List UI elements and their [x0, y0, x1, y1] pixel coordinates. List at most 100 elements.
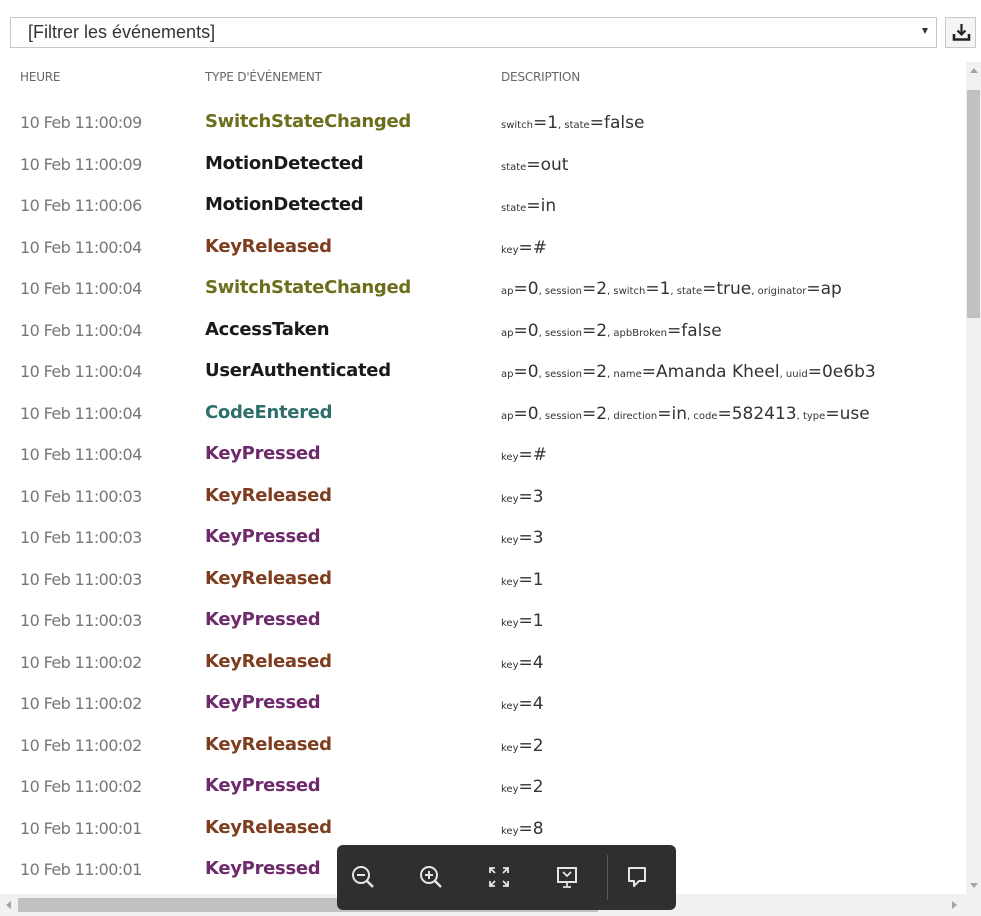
event-type: KeyReleased	[205, 816, 332, 838]
event-type: CodeEntered	[205, 401, 333, 423]
description-equals: =	[807, 362, 822, 382]
description-key: key	[501, 825, 519, 837]
description-value: in	[540, 196, 557, 216]
table-row[interactable]: 10 Feb 11:00:03 KeyReleased key=3	[0, 477, 965, 519]
event-type: KeyPressed	[205, 526, 321, 547]
table-row[interactable]: 10 Feb 11:00:02 KeyReleased key=4	[0, 643, 965, 685]
description-key: session	[544, 286, 582, 297]
description-value: 1	[659, 279, 671, 299]
event-type: KeyPressed	[205, 609, 321, 630]
description-key: direction	[613, 410, 658, 422]
description-equals: =	[526, 154, 541, 175]
event-type: MotionDetected	[205, 194, 364, 215]
zoom-out-button[interactable]	[345, 859, 381, 895]
description-key: key	[501, 742, 519, 754]
description-equals: =	[518, 735, 533, 756]
scroll-up-arrow-icon[interactable]	[970, 68, 978, 73]
table-row[interactable]: 10 Feb 11:00:06 MotionDetected state=in	[0, 186, 965, 228]
table-row[interactable]: 10 Feb 11:00:03 KeyPressed key=3	[0, 518, 965, 560]
event-description: key=1	[501, 611, 965, 631]
description-value: 2	[532, 777, 544, 797]
description-value: 3	[532, 528, 544, 548]
table-row[interactable]: 10 Feb 11:00:04 UserAuthenticated ap=0, se…	[0, 352, 965, 394]
description-equals: =	[717, 403, 732, 424]
comment-icon	[628, 867, 646, 887]
description-key: state	[501, 203, 527, 214]
table-row[interactable]: 10 Feb 11:00:04 CodeEntered ap=0, session=…	[0, 394, 965, 436]
event-filter-select[interactable]: [Filtrer les événements]	[10, 17, 937, 48]
description-key: ap	[501, 327, 514, 339]
table-row[interactable]: 10 Feb 11:00:04 AccessTaken ap=0, session=…	[0, 311, 965, 353]
event-description: ap=0, session=2, switch=1, state=true, o…	[501, 279, 965, 299]
event-type: AccessTaken	[205, 318, 330, 340]
table-row[interactable]: 10 Feb 11:00:02 KeyPressed key=4	[0, 684, 965, 726]
dropdown-arrow-icon[interactable]	[922, 28, 928, 34]
event-time: 10 Feb 11:00:03	[20, 486, 142, 506]
description-value: false	[603, 113, 645, 133]
description-key: session	[544, 327, 582, 339]
table-row[interactable]: 10 Feb 11:00:03 KeyPressed key=1	[0, 601, 965, 643]
table-row[interactable]: 10 Feb 11:00:02 KeyPressed key=2	[0, 767, 965, 809]
table-row[interactable]: 10 Feb 11:00:04 KeyPressed key=#	[0, 435, 965, 477]
vertical-scrollbar[interactable]	[966, 62, 981, 894]
viewer-toolbar	[337, 845, 676, 910]
fullscreen-button[interactable]	[481, 859, 517, 895]
description-value: 0	[527, 320, 539, 341]
column-header-time[interactable]: HEURE	[20, 70, 61, 84]
column-header-event-type[interactable]: TYPE D'ÉVÉNEMENT	[205, 70, 322, 84]
comment-button[interactable]	[619, 859, 655, 895]
event-time: 10 Feb 11:00:04	[20, 237, 142, 257]
event-type: MotionDetected	[205, 152, 364, 174]
scroll-left-arrow-icon[interactable]	[6, 901, 11, 909]
description-equals: =	[518, 777, 533, 797]
description-equals: =	[518, 237, 533, 258]
scroll-down-arrow-icon[interactable]	[970, 883, 978, 888]
presentation-button[interactable]	[549, 859, 585, 895]
description-key: key	[501, 535, 519, 546]
event-type: KeyPressed	[205, 443, 321, 464]
event-time: 10 Feb 11:00:02	[20, 652, 142, 672]
scroll-right-arrow-icon[interactable]	[952, 901, 957, 909]
column-header-description[interactable]: DESCRIPTION	[501, 70, 580, 84]
download-button[interactable]	[945, 17, 976, 48]
description-equals: =	[657, 403, 672, 424]
event-time: 10 Feb 11:00:02	[20, 777, 142, 796]
description-equals: =	[518, 569, 533, 590]
description-equals: =	[513, 403, 528, 424]
event-description: key=4	[501, 653, 965, 673]
description-equals: =	[667, 320, 682, 341]
table-row[interactable]: 10 Feb 11:00:03 KeyReleased key=1	[0, 560, 965, 602]
table-row[interactable]: 10 Feb 11:00:02 KeyReleased key=2	[0, 726, 965, 768]
vertical-scroll-thumb[interactable]	[967, 90, 980, 318]
description-value: 1	[532, 569, 544, 590]
event-description: state=in	[501, 196, 965, 216]
description-value: 4	[532, 652, 544, 673]
description-equals: =	[532, 113, 548, 133]
table-row[interactable]: 10 Feb 11:00:09 SwitchStateChanged switch=…	[0, 103, 965, 145]
event-filter-value: [Filtrer les événements]	[28, 22, 216, 42]
table-row[interactable]: 10 Feb 11:00:04 KeyReleased key=#	[0, 228, 965, 270]
table-row[interactable]: 10 Feb 11:00:01 KeyReleased key=8	[0, 809, 965, 851]
description-equals: =	[641, 362, 656, 382]
description-value: 8	[532, 818, 544, 839]
event-description: state=out	[501, 155, 965, 175]
event-time: 10 Feb 11:00:02	[20, 735, 142, 755]
event-time: 10 Feb 11:00:06	[20, 196, 142, 215]
description-equals: =	[513, 362, 528, 382]
table-row[interactable]: 10 Feb 11:00:04 SwitchStateChanged ap=0, s…	[0, 269, 965, 311]
event-description: key=2	[501, 777, 965, 797]
description-equals: =	[581, 362, 597, 382]
zoom-in-button[interactable]	[413, 859, 449, 895]
description-key: originator	[757, 286, 807, 297]
description-equals: =	[581, 403, 597, 424]
description-key: name	[613, 369, 642, 380]
table-header: HEURE TYPE D'ÉVÉNEMENT DESCRIPTION	[0, 70, 965, 90]
table-row[interactable]: 10 Feb 11:00:09 MotionDetected state=out	[0, 145, 965, 187]
description-equals: =	[518, 694, 533, 714]
event-description: ap=0, session=2, name=Amanda Kheel, uuid…	[501, 362, 965, 382]
description-value: 4	[532, 694, 544, 714]
event-description: switch=1, state=false	[501, 113, 965, 133]
zoom-out-icon	[352, 866, 374, 888]
description-equals: =	[589, 113, 604, 133]
description-key: ap	[501, 286, 514, 297]
